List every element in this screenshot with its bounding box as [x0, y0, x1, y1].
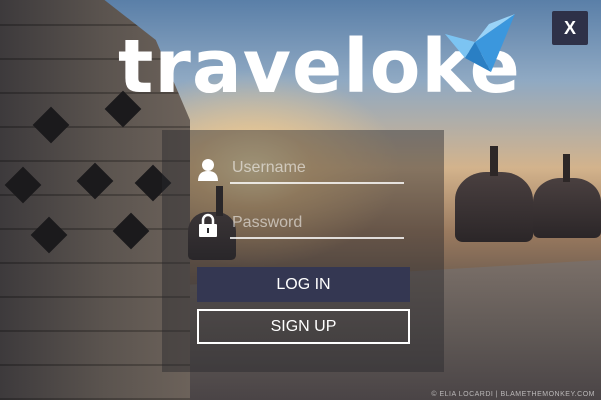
photo-credit: © ELIA LOCARDI | BLAMETHEMONKEY.COM	[431, 391, 595, 398]
username-input[interactable]	[230, 154, 404, 184]
username-row	[162, 150, 444, 190]
password-input[interactable]	[230, 209, 404, 239]
lock-icon	[199, 213, 217, 237]
password-row	[162, 205, 444, 245]
bird-logo-icon	[445, 14, 515, 72]
background-stupa	[455, 172, 533, 242]
close-button[interactable]: X	[552, 11, 588, 45]
background-spire	[490, 146, 498, 176]
user-icon	[198, 159, 218, 181]
login-button[interactable]: LOG IN	[197, 267, 410, 302]
login-panel: LOG IN SIGN UP	[162, 130, 444, 372]
signup-button[interactable]: SIGN UP	[197, 309, 410, 344]
background-spire	[563, 154, 570, 182]
background-stupa	[533, 178, 601, 238]
